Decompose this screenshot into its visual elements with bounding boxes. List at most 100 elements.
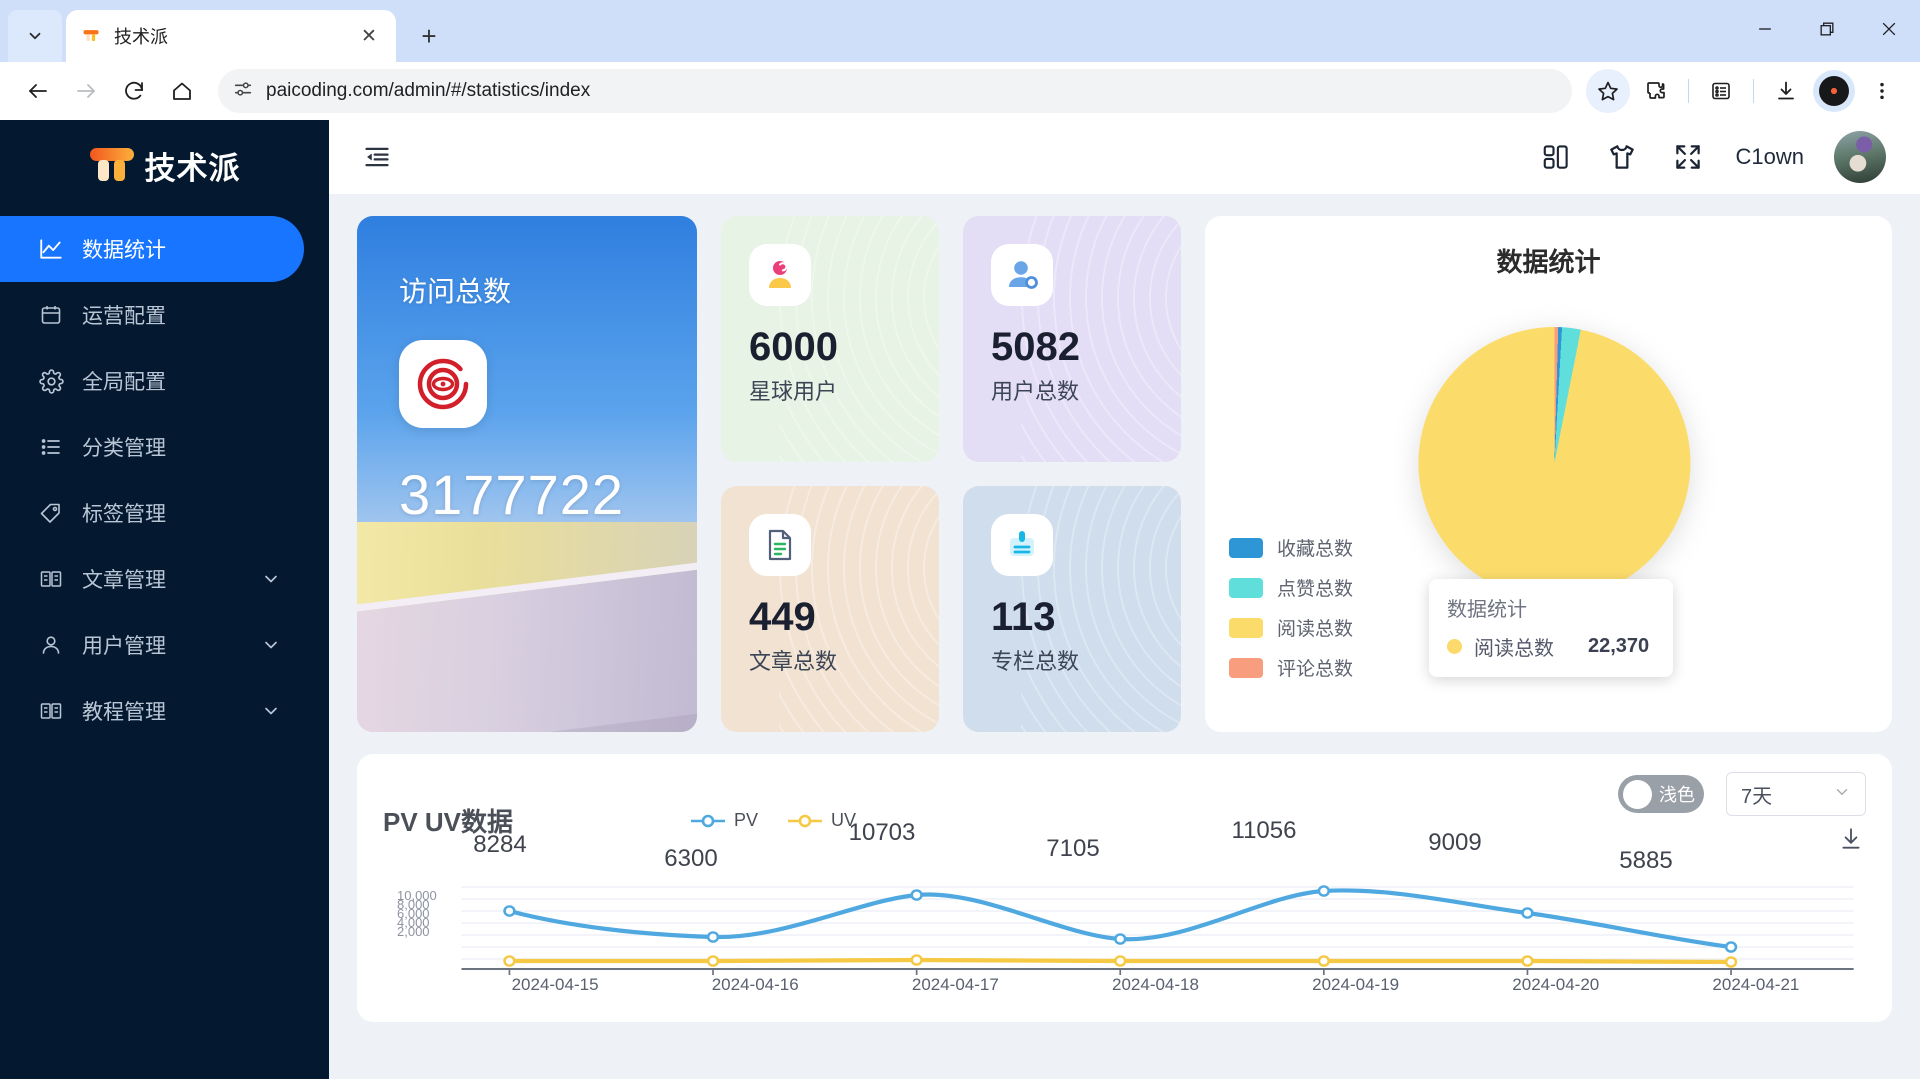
sidebar-item-category[interactable]: 分类管理: [0, 414, 304, 480]
legend-item[interactable]: 阅读总数: [1229, 614, 1353, 641]
back-icon[interactable]: [16, 69, 60, 113]
stat-value: 113: [991, 595, 1056, 639]
profile-avatar-icon[interactable]: [1812, 69, 1856, 113]
x-tick: 2024-04-19: [1312, 975, 1400, 994]
stat-value: 5082: [991, 325, 1080, 369]
sidebar-item-label: 用户管理: [82, 635, 166, 658]
sidebar-item-operations[interactable]: 运营配置: [0, 282, 304, 348]
stat-card-total-columns: 113 专栏总数: [963, 486, 1181, 732]
legend-item-pv[interactable]: PV: [691, 810, 758, 831]
chevron-down-icon[interactable]: [260, 568, 282, 590]
bookmark-star-icon[interactable]: [1586, 69, 1630, 113]
new-tab-button[interactable]: +: [408, 15, 450, 57]
pie-chart-title: 数据统计: [1496, 247, 1601, 277]
stat-card-total-users: 5082 用户总数: [963, 216, 1181, 462]
toggle-label: 浅色: [1659, 785, 1695, 805]
username-label[interactable]: C1own: [1736, 144, 1804, 170]
legend-item[interactable]: 收藏总数: [1229, 534, 1353, 561]
sidebar-item-tutorials[interactable]: 教程管理: [0, 678, 304, 744]
total-visits-card: 访问总数 3177722: [357, 216, 697, 732]
chevron-down-icon[interactable]: [260, 700, 282, 722]
main-area: C1own 访问总数 3177722 6000 星球用户 5082 用户总数 4…: [329, 120, 1920, 1079]
sidebar-item-users[interactable]: 用户管理: [0, 612, 304, 678]
pv-uv-plot: 8284 6300 10703 7105 11056 9009 5885 10,…: [357, 817, 1892, 994]
sidebar-item-label: 分类管理: [82, 437, 166, 460]
tab-close-icon[interactable]: ✕: [356, 23, 382, 49]
legend-item-uv[interactable]: UV: [788, 810, 856, 831]
tab-title: 技术派: [114, 27, 168, 47]
tab-search-chevron-icon[interactable]: [8, 10, 62, 62]
brand-mark-icon: [89, 148, 134, 181]
forward-icon[interactable]: [64, 69, 108, 113]
tooltip-title: 数据统计: [1447, 599, 1527, 621]
total-visits-value: 3177722: [399, 463, 625, 526]
stat-label: 文章总数: [749, 649, 838, 674]
sidebar-item-label: 运营配置: [82, 305, 166, 328]
legend-item[interactable]: 评论总数: [1229, 654, 1353, 681]
document-icon: [749, 514, 811, 576]
stat-value: 6000: [749, 325, 838, 369]
toolbar-divider-2: [1753, 79, 1754, 103]
x-tick: 2024-04-18: [1112, 975, 1199, 994]
light-theme-toggle[interactable]: 浅色: [1618, 775, 1704, 813]
sidebar-item-global-config[interactable]: 全局配置: [0, 348, 304, 414]
legend-item[interactable]: 点赞总数: [1229, 574, 1353, 601]
brand-logo[interactable]: 技术派: [0, 120, 329, 210]
eye-target-icon: [399, 340, 487, 428]
legend-swatch-reads: [1229, 617, 1263, 638]
pie-chart-panel: 数据统计 收藏总数 点赞总数 阅读总数 评论总数 数据统计 阅读总数 22,37…: [1205, 216, 1892, 732]
dashboard-content: 访问总数 3177722 6000 星球用户 5082 用户总数 449 文章总…: [329, 194, 1920, 1079]
reload-icon[interactable]: [112, 69, 156, 113]
stat-card-total-articles: 449 文章总数: [721, 486, 939, 732]
window-maximize-button[interactable]: [1796, 0, 1858, 58]
browser-tab[interactable]: 技术派 ✕: [66, 10, 396, 62]
sidebar-item-articles[interactable]: 文章管理: [0, 546, 304, 612]
browser-menu-icon[interactable]: [1860, 69, 1904, 113]
chart-line-icon: [36, 234, 66, 264]
fullscreen-icon[interactable]: [1670, 139, 1706, 175]
date-range-select[interactable]: 7天: [1726, 772, 1866, 816]
collapse-sidebar-icon[interactable]: [357, 137, 397, 177]
home-icon[interactable]: [160, 69, 204, 113]
total-visits-title: 访问总数: [399, 276, 512, 307]
gear-icon: [36, 366, 66, 396]
stat-card-planet-users: 6000 星球用户: [721, 216, 939, 462]
user-icon: [36, 630, 66, 660]
legend-swatch-comments: [1229, 657, 1263, 678]
user-avatar[interactable]: [1834, 131, 1886, 183]
address-bar[interactable]: paicoding.com/admin/#/statistics/index: [218, 69, 1572, 113]
legend-label: 点赞总数: [1277, 579, 1354, 600]
chart-controls: 浅色 7天: [1618, 772, 1866, 816]
tooltip-color-dot-icon: [1447, 639, 1462, 654]
x-tick: 2024-04-16: [711, 975, 799, 994]
x-axis-labels: 2024-04-15 2024-04-16 2024-04-17 2024-04…: [357, 975, 1892, 995]
planet-user-icon: [749, 244, 811, 306]
window-minimize-button[interactable]: [1734, 0, 1796, 58]
sidebar-item-statistics[interactable]: 数据统计: [0, 216, 304, 282]
sidebar-nav: 数据统计 运营配置 全局配置 分类管理 标签管理 文章管理 用户管理 教程管理: [0, 210, 329, 744]
layout-grid-icon[interactable]: [1538, 139, 1574, 175]
column-card-icon: [991, 514, 1053, 576]
url-text: paicoding.com/admin/#/statistics/index: [266, 80, 591, 101]
legend-swatch-likes: [1229, 577, 1263, 598]
window-close-button[interactable]: [1858, 0, 1920, 58]
tshirt-theme-icon[interactable]: [1604, 139, 1640, 175]
sidebar-item-tags[interactable]: 标签管理: [0, 480, 304, 546]
legend-label: 阅读总数: [1277, 619, 1354, 640]
sidebar-item-label: 标签管理: [82, 503, 166, 526]
pv-uv-line-svg: [461, 885, 1854, 975]
reading-list-icon[interactable]: [1699, 69, 1743, 113]
pv-uv-chart-panel: 浅色 7天 PV UV数据 PV UV 8284 6300 10703 7105…: [357, 754, 1892, 1022]
pie-chart-graphic[interactable]: [1417, 327, 1690, 599]
browser-toolbar: paicoding.com/admin/#/statistics/index: [0, 62, 1920, 120]
downloads-icon[interactable]: [1764, 69, 1808, 113]
extensions-puzzle-icon[interactable]: [1634, 69, 1678, 113]
uv-legend-marker-icon: [788, 814, 823, 827]
x-tick: 2024-04-21: [1712, 975, 1800, 994]
pie-chart-area: 收藏总数 点赞总数 阅读总数 评论总数 数据统计 阅读总数 22,370: [1205, 279, 1892, 699]
pv-uv-legend: PV UV: [691, 810, 856, 831]
sidebar-item-label: 教程管理: [82, 701, 166, 724]
site-settings-icon[interactable]: [232, 78, 254, 105]
chevron-down-icon[interactable]: [260, 634, 282, 656]
sidebar: 技术派 数据统计 运营配置 全局配置 分类管理 标签管理 文章管理 用户管理 教…: [0, 120, 329, 1079]
